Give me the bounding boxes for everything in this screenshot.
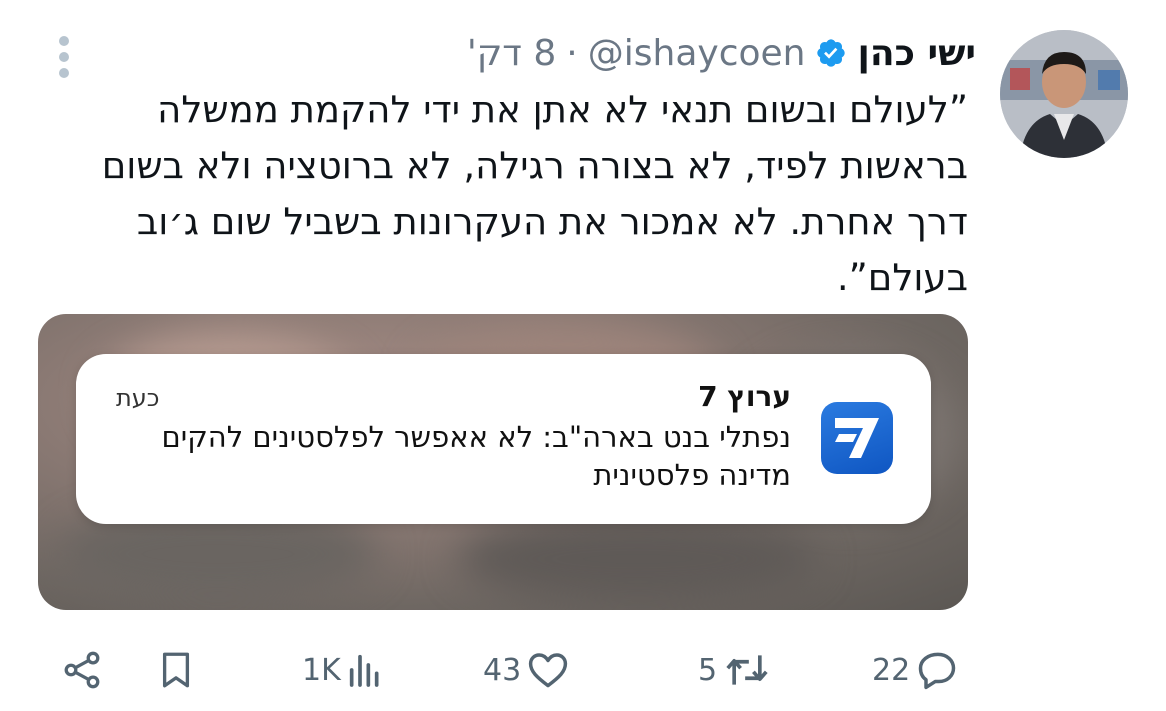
views-button[interactable]: 1K: [302, 640, 385, 700]
bookmark-icon: [162, 652, 190, 688]
verified-badge-icon: [815, 37, 847, 69]
tweet-text: ”לעולם ובשום תנאי לא אתן את ידי להקמת ממ…: [101, 88, 968, 299]
views-icon: [349, 654, 379, 687]
tweet[interactable]: ישי כהן @ishaycoen · 8 דק' ”לעולם ובשום …: [0, 0, 1166, 711]
like-button[interactable]: 43: [483, 640, 571, 700]
tweet-header: ישי כהן @ishaycoen · 8 דק': [467, 26, 976, 80]
channel7-app-icon: [821, 402, 893, 474]
share-icon: [64, 651, 100, 689]
reply-count: 22: [872, 652, 911, 688]
reply-button[interactable]: 22: [872, 640, 960, 700]
like-icon: [529, 653, 568, 688]
tweet-action-bar: 1K 43 5 22: [0, 640, 1166, 700]
tweet-timestamp[interactable]: 8 דק': [467, 33, 556, 74]
header-separator: ·: [566, 32, 578, 74]
retweet-button[interactable]: 5: [698, 640, 773, 700]
reply-icon: [918, 652, 956, 690]
notification-app-name: ערוץ 7: [698, 380, 791, 413]
like-count: 43: [483, 652, 522, 688]
news-notification: ערוץ 7 כעת נפתלי בנט בארה"ב: לא אאפשר לפ…: [76, 354, 931, 524]
share-button[interactable]: [60, 640, 104, 700]
bookmark-button[interactable]: [155, 640, 197, 700]
author-handle[interactable]: @ishaycoen: [588, 33, 806, 74]
avatar-image: [1000, 30, 1128, 158]
views-count: 1K: [302, 652, 341, 688]
avatar[interactable]: [1000, 30, 1128, 158]
notification-text: נפתלי בנט בארה"ב: לא אאפשר לפלסטינים להק…: [161, 420, 791, 492]
retweet-count: 5: [698, 652, 718, 688]
author-name[interactable]: ישי כהן: [857, 33, 976, 74]
more-options-button[interactable]: [52, 36, 76, 80]
notification-time: כעת: [116, 384, 160, 412]
retweet-icon: [726, 655, 768, 685]
